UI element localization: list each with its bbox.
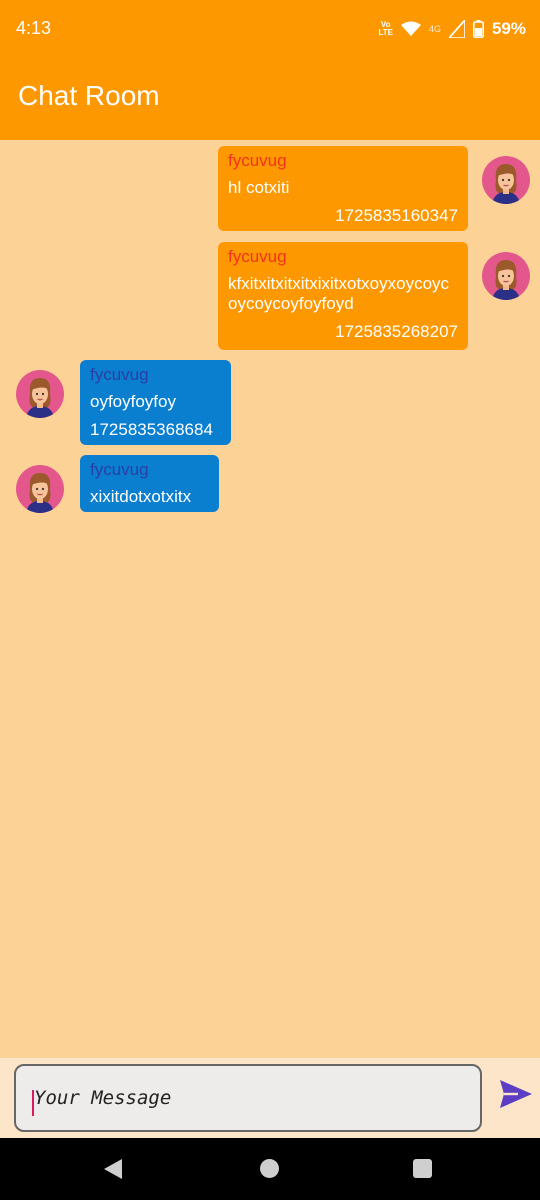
recents-icon[interactable] xyxy=(413,1159,432,1178)
status-icons: Vo LTE 4G 59% xyxy=(378,17,526,41)
message-input[interactable] xyxy=(14,1064,482,1132)
avatar[interactable] xyxy=(16,370,64,418)
status-bar: 4:13 Vo LTE 4G 59% xyxy=(0,0,540,58)
avatar[interactable] xyxy=(482,252,530,300)
message-list[interactable]: fycuvug hl cotxiti 1725835160347 fycuvug… xyxy=(0,140,540,1058)
message-sender: fycuvug xyxy=(228,247,287,266)
message-item: fycuvug hl cotxiti 1725835160347 xyxy=(218,146,530,231)
message-text: oyfoyfoyfoy xyxy=(90,392,176,411)
system-nav-bar xyxy=(0,1138,540,1200)
message-sender: fycuvug xyxy=(90,460,149,479)
page-title: Chat Room xyxy=(18,80,160,111)
message-bubble[interactable]: fycuvug kfxitxitxitxitxixitxotxoyxoycoyc… xyxy=(218,242,468,350)
message-composer xyxy=(0,1058,540,1138)
text-cursor xyxy=(32,1090,34,1116)
avatar[interactable] xyxy=(482,156,530,204)
back-icon[interactable] xyxy=(102,1158,124,1180)
message-text: hl cotxiti xyxy=(228,178,290,197)
signal-icon xyxy=(448,20,465,38)
send-button[interactable] xyxy=(498,1078,538,1118)
battery-percent: 59% xyxy=(491,19,526,38)
message-sender: fycuvug xyxy=(228,151,287,170)
app-bar: Chat Room xyxy=(0,58,540,140)
wifi-icon xyxy=(400,21,421,36)
network-type: 4G xyxy=(428,24,441,34)
home-icon[interactable] xyxy=(260,1159,279,1178)
message-text: kfxitxitxitxitxixitxotxoyxoycoycoycoycoy… xyxy=(228,274,450,313)
avatar[interactable] xyxy=(16,465,64,513)
send-icon xyxy=(500,1080,532,1108)
message-bubble[interactable]: fycuvug xixitdotxotxitx xyxy=(80,455,219,512)
message-bubble[interactable]: fycuvug oyfoyfoyfoy 1725835368684 xyxy=(80,360,231,445)
user-avatar-icon xyxy=(26,473,54,513)
message-item: fycuvug kfxitxitxitxitxixitxotxoyxoycoyc… xyxy=(218,242,530,350)
message-bubble[interactable]: fycuvug hl cotxiti 1725835160347 xyxy=(218,146,468,231)
message-sender: fycuvug xyxy=(90,365,149,384)
user-avatar-icon xyxy=(492,164,520,204)
message-text: xixitdotxotxitx xyxy=(90,487,192,506)
message-item: fycuvug xixitdotxotxitx xyxy=(16,455,219,513)
message-timestamp: 1725835368684 xyxy=(90,420,213,439)
user-avatar-icon xyxy=(492,260,520,300)
message-item: fycuvug oyfoyfoyfoy 1725835368684 xyxy=(16,360,231,445)
message-timestamp: 1725835160347 xyxy=(335,206,458,225)
message-timestamp: 1725835268207 xyxy=(335,322,458,341)
battery-icon xyxy=(472,20,484,38)
volte-icon: Vo LTE xyxy=(378,20,393,37)
status-time: 4:13 xyxy=(16,18,52,38)
user-avatar-icon xyxy=(26,378,54,418)
